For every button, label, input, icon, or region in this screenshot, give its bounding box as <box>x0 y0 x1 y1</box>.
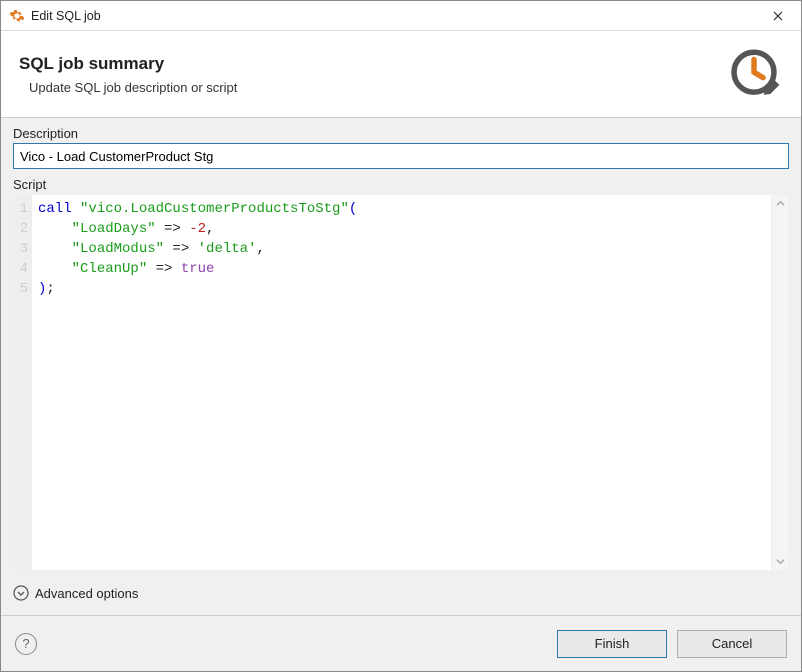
scrollbar-vertical[interactable] <box>771 195 788 570</box>
help-button[interactable]: ? <box>15 633 37 655</box>
code-line[interactable]: call "vico.LoadCustomerProductsToStg"( <box>38 199 765 219</box>
content-area: Description Script 12345 call "vico.Load… <box>1 118 801 615</box>
window-title: Edit SQL job <box>31 9 755 23</box>
line-number: 4 <box>14 259 28 279</box>
advanced-options-toggle[interactable]: Advanced options <box>13 579 789 607</box>
footer: ? Finish Cancel <box>1 615 801 671</box>
titlebar: Edit SQL job <box>1 1 801 31</box>
scroll-up-icon[interactable] <box>772 195 789 212</box>
line-number: 5 <box>14 279 28 299</box>
header-area: SQL job summary Update SQL job descripti… <box>1 31 801 118</box>
app-gear-icon <box>9 8 25 24</box>
page-subtitle: Update SQL job description or script <box>29 80 725 95</box>
line-number: 1 <box>14 199 28 219</box>
header-text: SQL job summary Update SQL job descripti… <box>19 54 725 95</box>
finish-button[interactable]: Finish <box>557 630 667 658</box>
code-line[interactable]: "LoadModus" => 'delta', <box>38 239 765 259</box>
dialog-window: Edit SQL job SQL job summary Update SQL … <box>0 0 802 672</box>
code-line[interactable]: "CleanUp" => true <box>38 259 765 279</box>
description-label: Description <box>13 126 789 141</box>
chevron-down-circle-icon <box>13 585 29 601</box>
page-title: SQL job summary <box>19 54 725 74</box>
line-number: 3 <box>14 239 28 259</box>
description-input[interactable] <box>13 143 789 169</box>
cancel-button[interactable]: Cancel <box>677 630 787 658</box>
script-label: Script <box>13 177 789 192</box>
script-editor[interactable]: 12345 call "vico.LoadCustomerProductsToS… <box>13 194 789 571</box>
help-icon: ? <box>22 636 29 651</box>
code-line[interactable]: ); <box>38 279 765 299</box>
scroll-down-icon[interactable] <box>772 553 789 570</box>
advanced-options-label: Advanced options <box>35 586 138 601</box>
line-number: 2 <box>14 219 28 239</box>
close-button[interactable] <box>755 1 801 31</box>
clock-edit-icon <box>725 45 783 103</box>
line-number-gutter: 12345 <box>14 195 32 570</box>
code-area[interactable]: call "vico.LoadCustomerProductsToStg"( "… <box>32 195 771 570</box>
code-line[interactable]: "LoadDays" => -2, <box>38 219 765 239</box>
